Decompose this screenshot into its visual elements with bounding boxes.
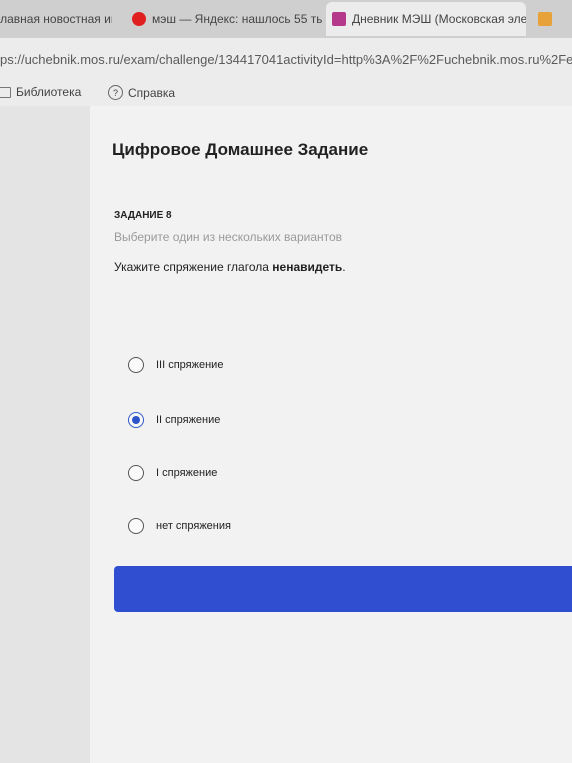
- radio-checked-icon[interactable]: [128, 412, 144, 428]
- option-label: II спряжение: [156, 414, 221, 426]
- address-bar[interactable]: ps://uchebnik.mos.ru/exam/challenge/1344…: [0, 38, 572, 82]
- bookmark-label: Библиотека: [16, 85, 82, 99]
- content-card: [90, 106, 572, 763]
- dnevnik-favicon-icon: [332, 12, 346, 26]
- option-label: I спряжение: [156, 467, 218, 479]
- help-icon: ?: [108, 85, 123, 100]
- url-text[interactable]: ps://uchebnik.mos.ru/exam/challenge/1344…: [0, 48, 572, 72]
- task-hint: Выберите один из нескольких вариантов: [114, 230, 343, 244]
- yandex-favicon-icon: [132, 12, 146, 26]
- bookmarks-bar: Библиотека ? Справка: [0, 82, 572, 106]
- bookmark-help[interactable]: ? Справка: [108, 85, 175, 100]
- tab-title: мэш — Яндекс: нашлось 55 тыс: [152, 12, 322, 26]
- option-first-conjugation[interactable]: I спряжение: [128, 462, 217, 484]
- tab-favicon-icon: [538, 12, 552, 26]
- option-second-conjugation[interactable]: II спряжение: [128, 409, 220, 431]
- page-background: [0, 106, 572, 763]
- radio-icon[interactable]: [128, 357, 144, 373]
- tab-title: Дневник МЭШ (Московская элек: [352, 12, 526, 26]
- option-label: нет спряжения: [156, 520, 231, 532]
- page-title: Цифровое Домашнее Задание: [112, 140, 369, 159]
- option-third-conjugation[interactable]: III спряжение: [128, 354, 223, 376]
- radio-icon[interactable]: [128, 465, 144, 481]
- question-text: Укажите спряжение глагола ненавидеть.: [114, 260, 346, 274]
- bookmark-library[interactable]: Библиотека: [0, 85, 81, 99]
- folder-icon: [0, 86, 11, 98]
- browser-tab-dnevnik[interactable]: Дневник МЭШ (Московская элек ×: [326, 2, 526, 36]
- browser-tab-yandex[interactable]: мэш — Яндекс: нашлось 55 тыс ×: [126, 2, 322, 36]
- question-suffix: .: [342, 260, 346, 274]
- browser-tab-other[interactable]: [532, 2, 572, 36]
- bookmark-label: Справка: [128, 85, 176, 100]
- submit-answer-button[interactable]: [114, 566, 572, 612]
- task-number: ЗАДАНИЕ 8: [114, 210, 172, 221]
- browser-tab-news[interactable]: главная новостная инф ×: [0, 2, 112, 36]
- tab-title: главная новостная инф: [0, 12, 112, 26]
- option-label: III спряжение: [156, 359, 224, 371]
- browser-tab-strip: главная новостная инф × мэш — Яндекс: на…: [0, 0, 572, 38]
- radio-icon[interactable]: [128, 518, 144, 534]
- question-prefix: Укажите спряжение глагола: [114, 260, 273, 274]
- question-word: ненавидеть: [272, 260, 343, 274]
- option-no-conjugation[interactable]: нет спряжения: [128, 515, 231, 537]
